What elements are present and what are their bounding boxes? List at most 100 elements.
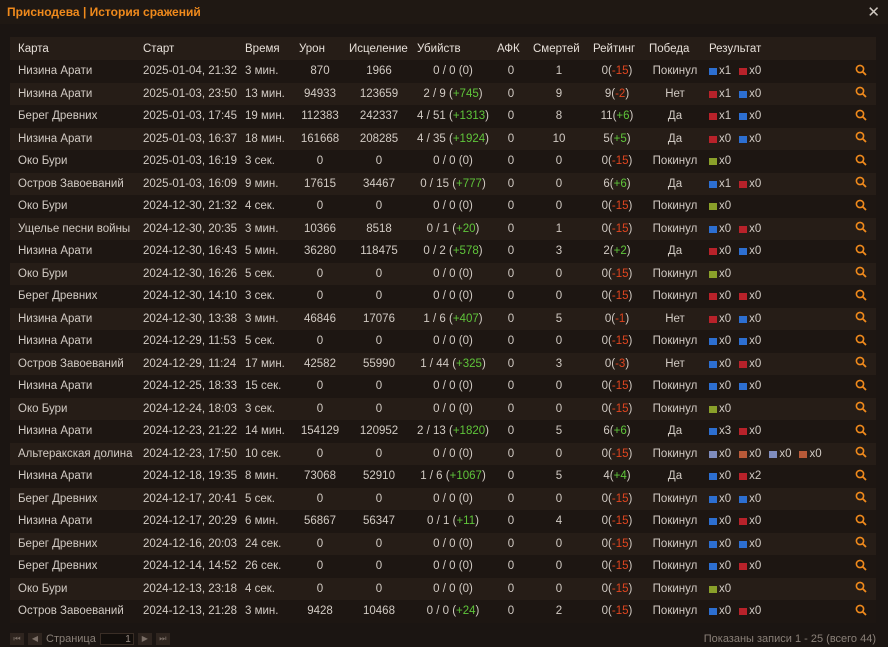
prev-page-button[interactable]: ◀ <box>28 633 42 645</box>
magnifier-icon[interactable] <box>846 82 876 105</box>
close-icon[interactable]: ✕ <box>867 5 880 20</box>
table-row[interactable]: Око Бури 2024-12-30, 16:26 5 сек. 0 0 0 / 0 (… <box>10 262 876 285</box>
magnifier-icon[interactable] <box>846 442 876 465</box>
rating-delta: -15 <box>611 560 629 573</box>
magnifier-icon[interactable] <box>846 150 876 173</box>
result-cell: x0 <box>705 195 846 218</box>
magnifier-icon[interactable] <box>846 510 876 533</box>
flag-icon <box>739 563 748 571</box>
win-cell: Нет <box>645 307 705 330</box>
column-header[interactable]: Урон <box>295 37 345 60</box>
table-row[interactable]: Низина Арати 2025-01-04, 21:32 3 мин. 870 19… <box>10 60 876 83</box>
table-row[interactable]: Ущелье песни войны 2024-12-30, 20:35 3 мин… <box>10 217 876 240</box>
next-page-button[interactable]: ▶ <box>137 633 152 645</box>
table-row[interactable]: Низина Арати 2025-01-03, 23:50 13 мин. 9493… <box>10 82 876 105</box>
map-cell: Низина Арати <box>10 127 139 150</box>
column-header[interactable]: Победа <box>645 37 705 60</box>
table-row[interactable]: Низина Арати 2024-12-30, 16:43 5 мин. 36280… <box>10 240 876 263</box>
kills-cell: 1 / 6 (+1067) <box>413 465 493 488</box>
heal-cell: 17076 <box>345 307 413 330</box>
column-header[interactable]: Карта <box>10 37 139 60</box>
table-row[interactable]: Берег Древних 2025-01-03, 17:45 19 мин. 112… <box>10 105 876 128</box>
result-cell: x0 x0 <box>705 375 846 398</box>
result-item: x1 <box>709 88 731 100</box>
page-input[interactable] <box>99 633 134 645</box>
magnifier-icon[interactable] <box>846 465 876 488</box>
table-row[interactable]: Око Бури 2025-01-03, 16:19 3 сек. 0 0 0 / 0 (… <box>10 150 876 173</box>
column-header[interactable]: Исцеление <box>345 37 413 60</box>
flag-icon <box>709 540 717 548</box>
win-cell: Покинул <box>645 555 705 578</box>
flag-icon <box>709 360 717 368</box>
column-header[interactable]: Время <box>241 37 295 60</box>
result-item: x0 <box>709 448 731 460</box>
table-row[interactable]: Берег Древних 2024-12-16, 20:03 24 сек. 0 0 0… <box>10 532 876 555</box>
magnifier-icon[interactable] <box>846 330 876 353</box>
table-row[interactable]: Око Бури 2024-12-30, 21:32 4 сек. 0 0 0 / 0 (… <box>10 195 876 218</box>
table-row[interactable]: Низина Арати 2024-12-30, 13:38 3 мин. 46846… <box>10 307 876 330</box>
rating-cell: 0(-15) <box>589 60 645 83</box>
magnifier-icon[interactable] <box>846 375 876 398</box>
magnifier-icon[interactable] <box>846 195 876 218</box>
first-page-button[interactable]: ⏮ <box>10 633 24 645</box>
heal-cell: 0 <box>345 555 413 578</box>
map-cell: Око Бури <box>10 262 139 285</box>
table-row[interactable]: Низина Арати 2024-12-29, 11:53 5 сек. 0 0 0 /… <box>10 330 876 353</box>
damage-cell: 0 <box>295 397 345 420</box>
column-header[interactable]: Рейтинг <box>589 37 645 60</box>
afk-cell: 0 <box>493 577 529 600</box>
magnifier-icon[interactable] <box>846 105 876 128</box>
table-row[interactable]: Низина Арати 2025-01-03, 16:37 18 мин. 1616… <box>10 127 876 150</box>
magnifier-icon[interactable] <box>846 352 876 375</box>
column-header[interactable]: Убийств <box>413 37 493 60</box>
table-row[interactable]: Берег Древних 2024-12-17, 20:41 5 сек. 0 0 0 … <box>10 487 876 510</box>
table-row[interactable]: Остров Завоеваний 2024-12-29, 11:24 17 мин… <box>10 352 876 375</box>
magnifier-icon[interactable] <box>846 600 876 623</box>
rating-value: 6 <box>603 177 610 190</box>
column-header[interactable]: Результат <box>705 37 846 60</box>
title-bar: Приснодева | История сражений ✕ <box>0 0 888 24</box>
last-page-button[interactable]: ⏭ <box>155 633 170 645</box>
rating-cell: 0(-15) <box>589 555 645 578</box>
table-row[interactable]: Остров Завоеваний 2024-12-13, 21:28 3 мин.… <box>10 600 876 623</box>
column-header[interactable]: АФК <box>493 37 529 60</box>
table-row[interactable]: Низина Арати 2024-12-17, 20:29 6 мин. 56867… <box>10 510 876 533</box>
deaths-cell: 0 <box>529 555 589 578</box>
table-row[interactable]: Берег Древних 2024-12-14, 14:52 26 сек. 0 0 0… <box>10 555 876 578</box>
column-header[interactable]: Смертей <box>529 37 589 60</box>
magnifier-icon[interactable] <box>846 217 876 240</box>
time-cell: 26 сек. <box>241 555 295 578</box>
magnifier-icon[interactable] <box>846 285 876 308</box>
deaths-cell: 9 <box>529 82 589 105</box>
start-cell: 2024-12-30, 16:26 <box>139 262 241 285</box>
table-row[interactable]: Око Бури 2024-12-13, 23:18 4 сек. 0 0 0 / 0 (… <box>10 577 876 600</box>
magnifier-icon[interactable] <box>846 172 876 195</box>
magnifier-icon[interactable] <box>846 127 876 150</box>
table-row[interactable]: Око Бури 2024-12-24, 18:03 3 сек. 0 0 0 / 0 (… <box>10 397 876 420</box>
magnifier-icon[interactable] <box>846 397 876 420</box>
magnifier-icon[interactable] <box>846 487 876 510</box>
map-cell: Око Бури <box>10 150 139 173</box>
result-count: x0 <box>749 245 762 258</box>
table-row[interactable]: Альтеракская долина 2024-12-23, 17:50 10 с… <box>10 442 876 465</box>
table-row[interactable]: Берег Древних 2024-12-30, 14:10 3 сек. 0 0 0 … <box>10 285 876 308</box>
magnifier-icon[interactable] <box>846 307 876 330</box>
table-row[interactable]: Низина Арати 2024-12-25, 18:33 15 сек. 0 0 0 … <box>10 375 876 398</box>
deaths-cell: 0 <box>529 195 589 218</box>
magnifier-icon[interactable] <box>846 60 876 83</box>
time-cell: 4 сек. <box>241 577 295 600</box>
table-row[interactable]: Низина Арати 2024-12-23, 21:22 14 мин. 1541… <box>10 420 876 443</box>
magnifier-icon[interactable] <box>846 420 876 443</box>
flag-icon <box>739 315 748 323</box>
magnifier-icon[interactable] <box>846 577 876 600</box>
magnifier-icon[interactable] <box>846 555 876 578</box>
rating-value: 0 <box>601 222 609 235</box>
magnifier-icon[interactable] <box>846 240 876 263</box>
column-header[interactable]: Старт <box>139 37 241 60</box>
table-row[interactable]: Низина Арати 2024-12-18, 19:35 8 мин. 73068… <box>10 465 876 488</box>
kills-value: 0 / 0 <box>433 447 456 460</box>
magnifier-icon[interactable] <box>846 532 876 555</box>
table-row[interactable]: Остров Завоеваний 2025-01-03, 16:09 9 мин.… <box>10 172 876 195</box>
magnifier-icon[interactable] <box>846 262 876 285</box>
rating-cell: 6(+6) <box>589 172 645 195</box>
